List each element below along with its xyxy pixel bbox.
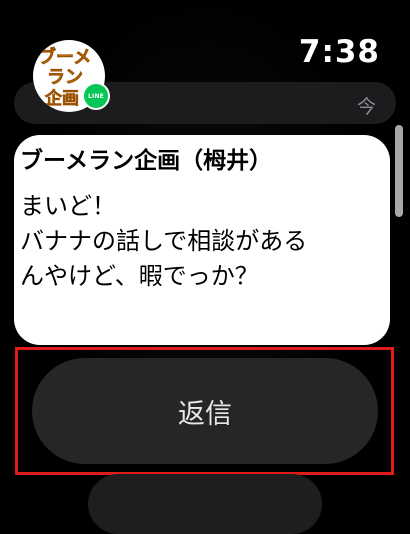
- notification-card[interactable]: ブーメラン企画（栂井） まいど！ バナナの話しで相談がある んやけど、暇でっか？: [14, 135, 390, 345]
- notification-message: まいど！ バナナの話しで相談がある んやけど、暇でっか？: [20, 189, 382, 294]
- clock: 7:38: [298, 34, 380, 70]
- line-app-badge-icon: LINE: [82, 82, 110, 110]
- logo-line-2: ラン: [47, 67, 83, 88]
- scroll-indicator: [395, 125, 403, 217]
- next-action-button[interactable]: [88, 474, 322, 534]
- focus-highlight: [15, 347, 394, 475]
- logo-line-3: 企画: [44, 88, 79, 109]
- notification-sender: ブーメラン企画（栂井）: [20, 148, 273, 174]
- message-line: バナナの話しで相談がある: [20, 227, 308, 255]
- logo-line-1: ブーメ: [38, 46, 91, 68]
- line-badge-label: LINE: [88, 92, 104, 100]
- message-line: まいど！: [20, 192, 116, 220]
- message-line: んやけど、暇でっか？: [20, 262, 259, 290]
- stacked-notification-time: 今: [356, 96, 376, 118]
